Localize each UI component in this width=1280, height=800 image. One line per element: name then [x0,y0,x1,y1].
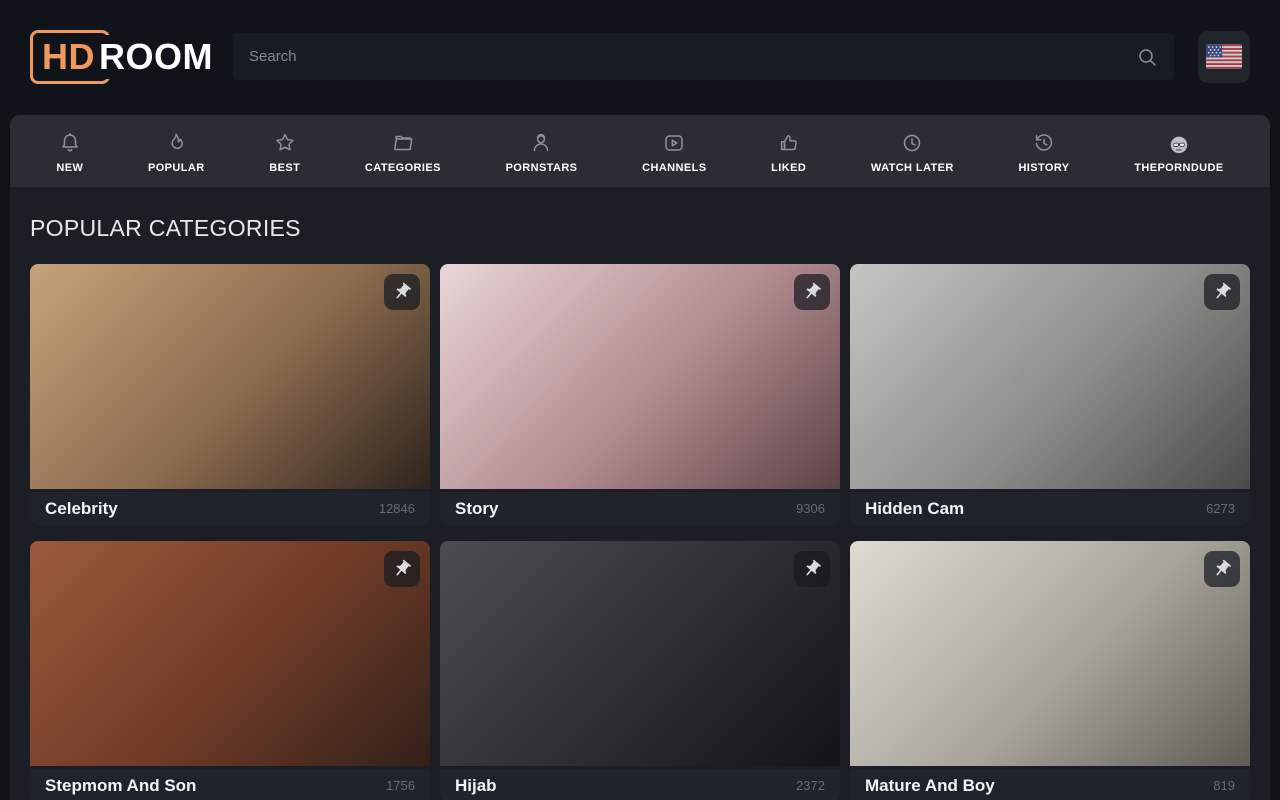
search-input[interactable] [233,33,1174,80]
category-card-celebrity[interactable]: Celebrity 12846 [30,264,430,525]
nav-label: POPULAR [148,162,205,174]
nav-label: CHANNELS [642,162,706,174]
pin-button[interactable] [1204,274,1240,310]
category-count: 1756 [386,778,415,793]
flame-icon [164,129,188,155]
page-title: POPULAR CATEGORIES [30,215,1250,242]
site-logo[interactable]: HD ROOM [30,30,213,84]
pushpin-icon [1212,559,1232,579]
category-thumbnail[interactable] [440,541,840,766]
category-title: Hidden Cam [865,499,964,519]
pushpin-icon [392,282,412,302]
us-flag-icon [1206,44,1242,69]
pin-button[interactable] [794,274,830,310]
nav-item-theporndude[interactable]: THEPORNDUDE [1126,125,1231,178]
category-count: 819 [1213,778,1235,793]
nav-label: THEPORNDUDE [1134,162,1223,174]
nav-label: BEST [269,162,300,174]
category-title: Story [455,499,498,519]
nav-label: WATCH LATER [871,162,954,174]
theporndude-icon [1168,129,1190,155]
category-thumbnail[interactable] [440,264,840,489]
category-thumbnail[interactable] [850,264,1250,489]
pushpin-icon [392,559,412,579]
person-icon [529,129,553,155]
history-icon [1032,129,1056,155]
category-title-bar: Hidden Cam 6273 [850,492,1250,525]
bell-icon [58,129,82,155]
top-header: HD ROOM [0,0,1280,113]
category-title: Celebrity [45,499,118,519]
category-title-bar: Celebrity 12846 [30,492,430,525]
nav-item-channels[interactable]: CHANNELS [634,125,714,178]
main-navigation: NEW POPULAR BEST [10,115,1270,187]
nav-label: HISTORY [1018,162,1069,174]
play-square-icon [662,129,686,155]
logo-room-text: ROOM [96,35,213,79]
category-count: 12846 [379,501,415,516]
category-title: Mature And Boy [865,776,995,796]
pushpin-icon [802,559,822,579]
category-title: Hijab [455,776,497,796]
category-title-bar: Story 9306 [440,492,840,525]
pushpin-icon [802,282,822,302]
thumbs-up-icon [777,129,801,155]
nav-label: LIKED [771,162,806,174]
folder-icon [391,129,415,155]
star-icon [273,129,297,155]
nav-item-new[interactable]: NEW [48,125,91,178]
category-title-bar: Mature And Boy 819 [850,769,1250,800]
category-card-story[interactable]: Story 9306 [440,264,840,525]
category-card-hidden-cam[interactable]: Hidden Cam 6273 [850,264,1250,525]
category-card-stepmom-and-son[interactable]: Stepmom And Son 1756 [30,541,430,800]
nav-item-popular[interactable]: POPULAR [140,125,213,178]
pin-button[interactable] [384,274,420,310]
nav-item-watch-later[interactable]: WATCH LATER [863,125,962,178]
clock-icon [900,129,924,155]
nav-item-categories[interactable]: CATEGORIES [357,125,449,178]
nav-label: CATEGORIES [365,162,441,174]
nav-item-pornstars[interactable]: PORNSTARS [498,125,586,178]
nav-label: NEW [56,162,83,174]
category-count: 2372 [796,778,825,793]
pin-button[interactable] [384,551,420,587]
main-panel: NEW POPULAR BEST [10,115,1270,800]
language-button[interactable] [1198,31,1250,83]
category-count: 9306 [796,501,825,516]
category-title-bar: Hijab 2372 [440,769,840,800]
category-grid: Celebrity 12846 Story [30,264,1250,800]
nav-item-best[interactable]: BEST [261,125,308,178]
category-card-hijab[interactable]: Hijab 2372 [440,541,840,800]
category-thumbnail[interactable] [30,541,430,766]
search-bar [233,33,1174,80]
category-title: Stepmom And Son [45,776,196,796]
nav-item-liked[interactable]: LIKED [763,125,814,178]
category-title-bar: Stepmom And Son 1756 [30,769,430,800]
nav-item-history[interactable]: HISTORY [1010,125,1077,178]
search-icon [1135,45,1159,69]
content-area: POPULAR CATEGORIES Celebrity 12846 [10,187,1270,800]
nav-label: PORNSTARS [506,162,578,174]
category-thumbnail[interactable] [30,264,430,489]
pushpin-icon [1212,282,1232,302]
category-card-mature-and-boy[interactable]: Mature And Boy 819 [850,541,1250,800]
category-thumbnail[interactable] [850,541,1250,766]
pin-button[interactable] [794,551,830,587]
search-button[interactable] [1128,38,1166,76]
pin-button[interactable] [1204,551,1240,587]
category-count: 6273 [1206,501,1235,516]
